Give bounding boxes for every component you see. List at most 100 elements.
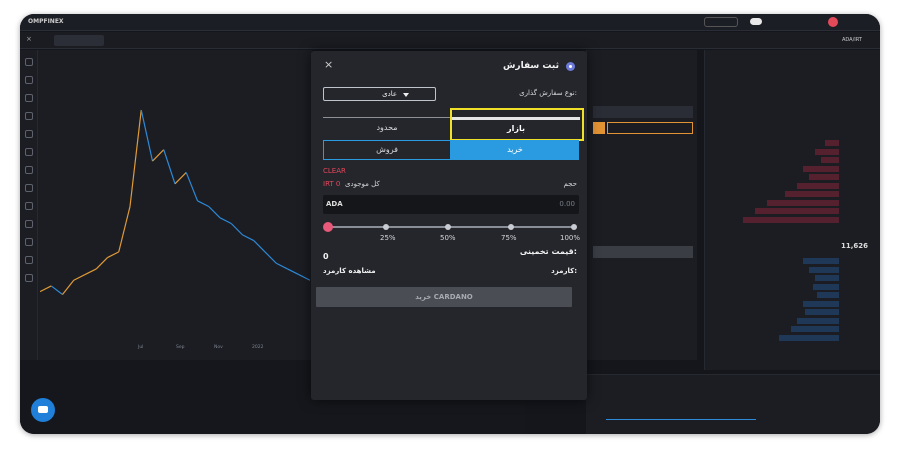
- pct-75[interactable]: 75%: [501, 234, 517, 242]
- order-type-value: عادی: [382, 90, 397, 98]
- market-chip[interactable]: [54, 35, 104, 46]
- price-segment: [140, 109, 154, 162]
- magnet-icon[interactable]: [25, 220, 33, 228]
- x-tick: Jul: [138, 345, 144, 350]
- order-type-select[interactable]: عادی: [323, 87, 436, 101]
- eye-icon[interactable]: [25, 256, 33, 264]
- language-select[interactable]: [704, 17, 738, 27]
- x-tick: Nov: [214, 345, 223, 350]
- buy-toggle[interactable]: خرید: [451, 140, 579, 160]
- zoom-icon[interactable]: [25, 202, 33, 210]
- crosshair-icon[interactable]: [25, 58, 33, 66]
- ruler-icon[interactable]: [25, 184, 33, 192]
- amount-input[interactable]: ADA 0.00: [323, 195, 579, 214]
- amount-slider[interactable]: [323, 221, 579, 235]
- orderbook-row[interactable]: [711, 275, 875, 281]
- depth-bar: [809, 174, 839, 180]
- orderbook-row[interactable]: [711, 283, 875, 290]
- depth-bar: [805, 309, 839, 315]
- orderbook-row[interactable]: [711, 258, 875, 264]
- orderbook-row[interactable]: [711, 174, 875, 180]
- orderbook-row[interactable]: [711, 182, 875, 189]
- orderbook-row[interactable]: [711, 334, 875, 341]
- orderbook-row[interactable]: [711, 309, 875, 315]
- volume-label: حجم: [563, 180, 577, 188]
- slider-step-25[interactable]: [383, 224, 389, 230]
- pct-100[interactable]: 100%: [560, 234, 580, 242]
- price-segment: [230, 223, 243, 236]
- slider-step-100[interactable]: [571, 224, 577, 230]
- channel-icon[interactable]: [25, 94, 33, 102]
- balance-value: IRT 0: [323, 180, 341, 188]
- pct-50[interactable]: 50%: [440, 234, 456, 242]
- price-segment: [84, 268, 97, 276]
- tab-limit[interactable]: محدود: [323, 117, 451, 138]
- price-segment: [275, 262, 288, 270]
- orderbook-row[interactable]: [711, 140, 875, 146]
- orderbook-row[interactable]: [711, 208, 875, 214]
- price-segment: [118, 206, 131, 253]
- order-book: 11,626: [704, 50, 880, 370]
- depth-bar: [755, 208, 839, 214]
- slider-handle[interactable]: [323, 222, 333, 232]
- orderbook-row[interactable]: [711, 266, 875, 273]
- chart-panel: Jul Sep Nov 2022: [20, 50, 312, 375]
- close-icon[interactable]: ×: [324, 58, 333, 71]
- orderbook-row[interactable]: [711, 148, 875, 155]
- lock-icon[interactable]: [25, 238, 33, 246]
- price-segment: [62, 279, 75, 295]
- orderbook-row[interactable]: [711, 326, 875, 332]
- measure-icon[interactable]: [25, 166, 33, 174]
- order-type-label: نوع سفارش گذاری:: [519, 89, 577, 97]
- price-segment: [208, 206, 221, 219]
- theme-toggle[interactable]: [750, 18, 762, 25]
- view-fee-link[interactable]: مشاهده کارمزد: [323, 267, 376, 275]
- trade-form-submit[interactable]: [593, 246, 693, 258]
- trash-icon[interactable]: [25, 274, 33, 282]
- modal-title: ثبت سفارش: [502, 61, 559, 71]
- submit-buy-button[interactable]: خرید CARDANO: [316, 287, 572, 307]
- clear-button[interactable]: CLEAR: [323, 167, 346, 175]
- text-icon[interactable]: [25, 130, 33, 138]
- chat-icon[interactable]: [31, 398, 55, 422]
- avatar[interactable]: [828, 17, 838, 27]
- order-icon: [566, 62, 575, 71]
- brush-icon[interactable]: [25, 112, 33, 120]
- orderbook-row[interactable]: [711, 157, 875, 163]
- trade-form-tab[interactable]: [593, 122, 605, 134]
- slider-step-75[interactable]: [508, 224, 514, 230]
- depth-bar: [821, 157, 839, 163]
- depth-bar: [797, 182, 839, 189]
- close-icon[interactable]: ×: [26, 35, 32, 43]
- sell-toggle[interactable]: فروش: [323, 140, 451, 160]
- price-segment: [219, 217, 232, 225]
- orderbook-row[interactable]: [711, 300, 875, 307]
- price-segment: [287, 268, 300, 276]
- depth-bar: [785, 191, 839, 197]
- estimated-price-label: قیمت تخمینی:: [519, 247, 577, 256]
- fee-label: کارمزد:: [551, 267, 577, 275]
- price-segment: [242, 234, 255, 242]
- orderbook-row[interactable]: [711, 199, 875, 206]
- orderbook-row[interactable]: [711, 165, 875, 172]
- market-subbar: × ADA/IRT: [20, 32, 880, 49]
- trendline-icon[interactable]: [25, 76, 33, 84]
- price-segment: [95, 257, 108, 270]
- orderbook-row[interactable]: [711, 292, 875, 298]
- orderbook-row[interactable]: [711, 317, 875, 324]
- amount-placeholder: 0.00: [559, 200, 575, 208]
- trade-form-tab[interactable]: [607, 122, 693, 134]
- slider-step-50[interactable]: [445, 224, 451, 230]
- orderbook-row[interactable]: [711, 216, 875, 223]
- depth-bar: [803, 300, 839, 307]
- depth-bar: [743, 216, 839, 223]
- price-chart[interactable]: [40, 90, 310, 340]
- price-segment: [253, 240, 266, 253]
- depth-bar: [779, 334, 839, 341]
- depth-bar: [824, 140, 839, 146]
- pct-25[interactable]: 25%: [380, 234, 396, 242]
- pattern-icon[interactable]: [25, 148, 33, 156]
- orderbook-row[interactable]: [711, 191, 875, 197]
- depth-chart-panel: [586, 374, 880, 434]
- depth-bar: [791, 326, 839, 332]
